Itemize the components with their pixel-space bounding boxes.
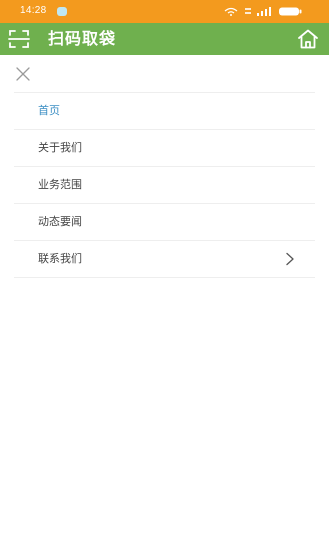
menu-item-home[interactable]: 首页 [14, 93, 315, 130]
scan-icon[interactable] [8, 29, 30, 49]
menu-item-label: 联系我们 [38, 252, 82, 265]
menu-item-label: 动态要闻 [38, 215, 82, 228]
home-icon[interactable] [297, 29, 319, 49]
drawer-menu: 首页 关于我们 业务范围 动态要闻 联系我们 [14, 92, 315, 278]
app-header: 扫码取袋 [0, 23, 329, 55]
menu-item-contact-us[interactable]: 联系我们 [14, 241, 315, 278]
menu-item-about-us[interactable]: 关于我们 [14, 130, 315, 167]
notification-app-icon [57, 7, 67, 16]
menu-item-news[interactable]: 动态要闻 [14, 204, 315, 241]
status-bar: 14:28 [0, 0, 329, 23]
menu-item-label: 业务范围 [38, 178, 82, 191]
menu-item-business-scope[interactable]: 业务范围 [14, 167, 315, 204]
status-indicators-icon [224, 7, 302, 16]
menu-item-label: 关于我们 [38, 141, 82, 154]
menu-item-label: 首页 [38, 104, 60, 117]
close-icon[interactable] [14, 65, 32, 83]
status-time: 14:28 [20, 5, 47, 16]
page-title: 扫码取袋 [48, 29, 117, 48]
chevron-right-icon [286, 252, 294, 266]
